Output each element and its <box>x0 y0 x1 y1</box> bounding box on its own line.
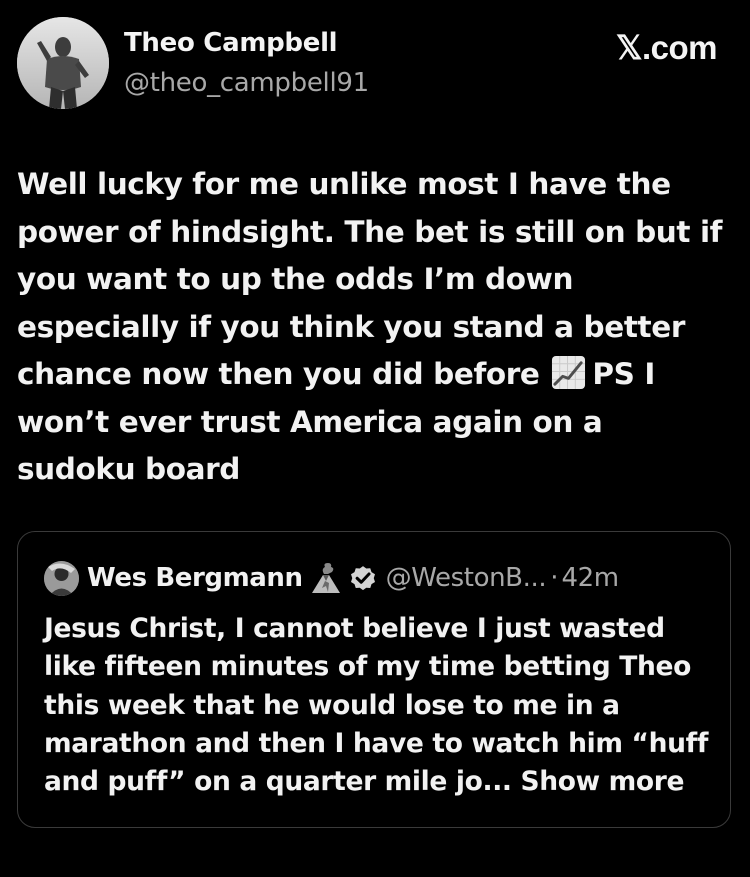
author-handle[interactable]: @theo_campbell91 <box>124 68 369 98</box>
quoted-tweet-timestamp[interactable]: 42m <box>561 563 619 593</box>
quoted-author-display-name[interactable]: Wes Bergmann <box>87 563 303 593</box>
volcano-icon <box>311 563 340 593</box>
quoted-tweet-body: Jesus Christ, I cannot believe I just wa… <box>44 613 708 798</box>
separator-dot: · <box>550 563 559 593</box>
author-display-name[interactable]: Theo Campbell <box>124 28 338 58</box>
quoted-tweet-header: Wes Bergmann @WestonB... · 42m <box>44 560 619 596</box>
tweet-text: Well lucky for me unlike most I have the… <box>17 161 732 494</box>
quoted-author-avatar[interactable] <box>44 560 79 596</box>
author-avatar[interactable] <box>17 17 109 109</box>
chart-increasing-icon <box>552 355 586 390</box>
site-label: 𝕏.com <box>615 29 718 66</box>
quoted-avatar-photo <box>44 560 79 596</box>
quoted-tweet-card[interactable]: Wes Bergmann @WestonB... · 42m Jesus Chr… <box>17 531 731 828</box>
avatar-photo <box>17 17 109 109</box>
verified-badge-icon <box>350 566 375 591</box>
quoted-author-handle[interactable]: @WestonB... <box>386 563 547 593</box>
